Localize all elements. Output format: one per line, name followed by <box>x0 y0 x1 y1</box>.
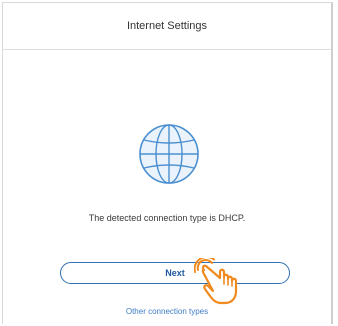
page-title: Internet Settings <box>3 3 331 50</box>
next-button-label: Next <box>165 268 185 278</box>
connection-type-status: The detected connection type is DHCP. <box>88 213 246 223</box>
globe-icon <box>139 124 199 184</box>
page-title-text: Internet Settings <box>126 20 208 32</box>
next-button[interactable]: Next <box>60 262 290 284</box>
other-connection-types-link[interactable]: Other connection types <box>3 307 331 316</box>
internet-settings-panel: Internet Settings The detected connectio… <box>2 2 333 324</box>
